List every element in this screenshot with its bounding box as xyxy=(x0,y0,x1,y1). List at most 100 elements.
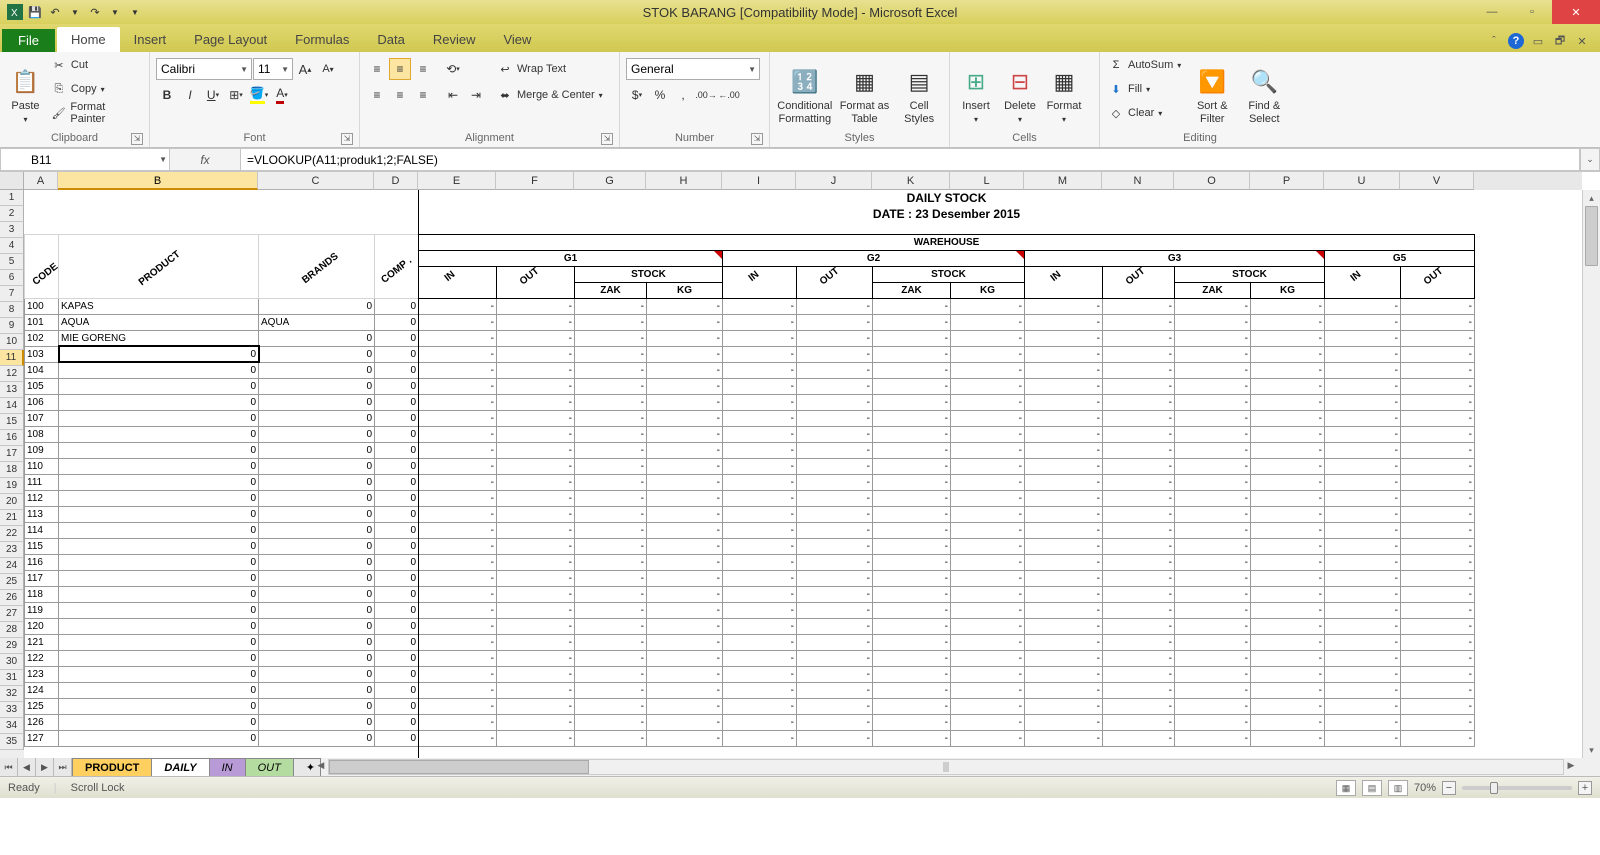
row-header-27[interactable]: 27 xyxy=(0,606,24,622)
row-header-6[interactable]: 6 xyxy=(0,270,24,286)
row-header-15[interactable]: 15 xyxy=(0,414,24,430)
row-header-3[interactable]: 3 xyxy=(0,222,24,238)
normal-view-icon[interactable]: ▦ xyxy=(1336,780,1356,796)
zoom-in-button[interactable]: + xyxy=(1578,781,1592,795)
window-maximize-icon[interactable]: 🗗 xyxy=(1552,33,1568,49)
tab-view[interactable]: View xyxy=(489,27,545,52)
row-header-8[interactable]: 8 xyxy=(0,302,24,318)
fill-color-button[interactable]: 🪣▾ xyxy=(248,84,270,106)
column-header-N[interactable]: N xyxy=(1102,172,1174,190)
row-header-10[interactable]: 10 xyxy=(0,334,24,350)
cell-styles-button[interactable]: ▤Cell Styles xyxy=(895,54,943,126)
row-header-4[interactable]: 4 xyxy=(0,238,24,254)
row-header-14[interactable]: 14 xyxy=(0,398,24,414)
row-header-11[interactable]: 11 xyxy=(0,350,24,366)
prev-sheet-icon[interactable]: ◀ xyxy=(18,758,36,776)
row-header-29[interactable]: 29 xyxy=(0,638,24,654)
hscroll-thumb[interactable] xyxy=(329,760,589,774)
bold-button[interactable]: B xyxy=(156,84,178,106)
align-left-icon[interactable]: ≡ xyxy=(366,84,388,106)
row-header-2[interactable]: 2 xyxy=(0,206,24,222)
align-middle-icon[interactable]: ≡ xyxy=(389,58,411,80)
row-header-34[interactable]: 34 xyxy=(0,718,24,734)
align-center-icon[interactable]: ≡ xyxy=(389,84,411,106)
column-header-C[interactable]: C xyxy=(258,172,374,190)
autosum-button[interactable]: ΣAutoSum ▾ xyxy=(1106,54,1183,76)
percent-format-icon[interactable]: % xyxy=(649,84,671,106)
help-icon[interactable]: ? xyxy=(1508,33,1524,49)
decrease-decimal-icon[interactable]: ←.00 xyxy=(718,84,740,106)
increase-indent-icon[interactable]: ⇥ xyxy=(465,84,487,106)
clear-button[interactable]: ◇Clear ▾ xyxy=(1106,102,1183,124)
accounting-format-icon[interactable]: $▾ xyxy=(626,84,648,106)
increase-font-icon[interactable]: A▴ xyxy=(294,58,316,80)
column-header-G[interactable]: G xyxy=(574,172,646,190)
decrease-font-icon[interactable]: A▾ xyxy=(317,58,339,80)
scroll-up-icon[interactable]: ▴ xyxy=(1583,190,1600,206)
tab-data[interactable]: Data xyxy=(363,27,418,52)
save-icon[interactable]: 💾 xyxy=(26,3,44,21)
increase-decimal-icon[interactable]: .00→ xyxy=(695,84,717,106)
minimize-ribbon-icon[interactable]: ˆ xyxy=(1486,33,1502,49)
window-close-icon[interactable]: ✕ xyxy=(1574,33,1590,49)
row-header-33[interactable]: 33 xyxy=(0,702,24,718)
font-name-dropdown[interactable]: Calibri▼ xyxy=(156,58,252,80)
name-box[interactable]: B11▼ xyxy=(0,148,170,171)
expand-formula-bar-icon[interactable]: ⌄ xyxy=(1580,148,1600,171)
row-header-9[interactable]: 9 xyxy=(0,318,24,334)
orientation-icon[interactable]: ⟲▾ xyxy=(442,58,464,80)
tab-insert[interactable]: Insert xyxy=(120,27,181,52)
clipboard-launcher-icon[interactable]: ⇲ xyxy=(131,133,143,145)
merge-center-button[interactable]: ⬌Merge & Center ▾ xyxy=(495,84,605,106)
sheet-tab-in[interactable]: IN xyxy=(209,758,246,776)
column-header-U[interactable]: U xyxy=(1324,172,1400,190)
alignment-launcher-icon[interactable]: ⇲ xyxy=(601,133,613,145)
zoom-out-button[interactable]: − xyxy=(1442,781,1456,795)
row-header-19[interactable]: 19 xyxy=(0,478,24,494)
maximize-button[interactable]: ▫ xyxy=(1512,0,1552,24)
row-header-23[interactable]: 23 xyxy=(0,542,24,558)
row-header-35[interactable]: 35 xyxy=(0,734,24,750)
row-header-24[interactable]: 24 xyxy=(0,558,24,574)
row-header-16[interactable]: 16 xyxy=(0,430,24,446)
row-header-22[interactable]: 22 xyxy=(0,526,24,542)
conditional-formatting-button[interactable]: 🔢Conditional Formatting xyxy=(776,54,834,126)
row-header-5[interactable]: 5 xyxy=(0,254,24,270)
tab-home[interactable]: Home xyxy=(57,27,120,52)
column-header-L[interactable]: L xyxy=(950,172,1024,190)
format-painter-button[interactable]: 🖌Format Painter xyxy=(49,102,143,124)
scroll-down-icon[interactable]: ▾ xyxy=(1583,742,1600,758)
vscroll-thumb[interactable] xyxy=(1585,206,1598,266)
sort-filter-button[interactable]: 🔽Sort & Filter xyxy=(1189,54,1235,126)
column-header-J[interactable]: J xyxy=(796,172,872,190)
undo-dropdown-icon[interactable]: ▼ xyxy=(66,3,84,21)
border-button[interactable]: ⊞▾ xyxy=(225,84,247,106)
font-size-dropdown[interactable]: 11▼ xyxy=(253,58,293,80)
number-format-dropdown[interactable]: General▼ xyxy=(626,58,760,80)
qat-customize-icon[interactable]: ▼ xyxy=(126,3,144,21)
row-header-1[interactable]: 1 xyxy=(0,190,24,206)
horizontal-scrollbar[interactable]: ◀ ▶ xyxy=(328,759,1564,775)
undo-icon[interactable]: ↶ xyxy=(46,3,64,21)
align-right-icon[interactable]: ≡ xyxy=(412,84,434,106)
column-header-F[interactable]: F xyxy=(496,172,574,190)
font-launcher-icon[interactable]: ⇲ xyxy=(341,133,353,145)
column-header-M[interactable]: M xyxy=(1024,172,1102,190)
row-header-31[interactable]: 31 xyxy=(0,670,24,686)
sheet-tab-out[interactable]: OUT xyxy=(245,758,294,776)
fill-button[interactable]: ⬇Fill ▾ xyxy=(1106,78,1183,100)
italic-button[interactable]: I xyxy=(179,84,201,106)
row-header-12[interactable]: 12 xyxy=(0,366,24,382)
copy-button[interactable]: ⎘Copy ▾ xyxy=(49,78,143,100)
redo-dropdown-icon[interactable]: ▼ xyxy=(106,3,124,21)
formula-input[interactable]: =VLOOKUP(A11;produk1;2;FALSE) xyxy=(240,148,1580,171)
align-top-icon[interactable]: ≡ xyxy=(366,58,388,80)
format-cells-button[interactable]: ▦Format▾ xyxy=(1044,54,1084,126)
page-layout-view-icon[interactable]: ▤ xyxy=(1362,780,1382,796)
zoom-slider[interactable] xyxy=(1462,786,1572,790)
decrease-indent-icon[interactable]: ⇤ xyxy=(442,84,464,106)
tab-page-layout[interactable]: Page Layout xyxy=(180,27,281,52)
column-header-A[interactable]: A xyxy=(24,172,58,190)
find-select-button[interactable]: 🔍Find & Select xyxy=(1241,54,1287,126)
row-header-30[interactable]: 30 xyxy=(0,654,24,670)
